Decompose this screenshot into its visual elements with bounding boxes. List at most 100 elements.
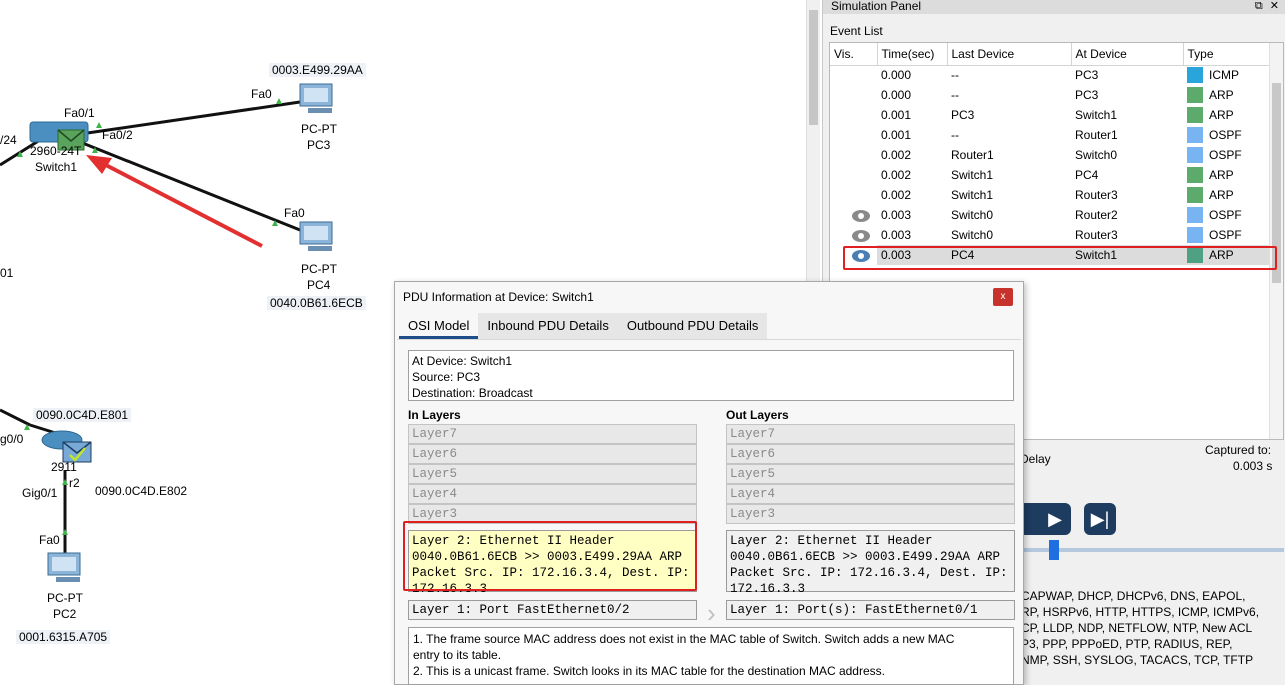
destination-line: Destination: Broadcast <box>412 386 533 400</box>
event-type-cell: ICMP <box>1183 65 1270 85</box>
event-time: 0.002 <box>881 148 912 162</box>
event-last-device: Switch0 <box>951 228 994 242</box>
out-layer-4[interactable]: Layer4 <box>726 484 1015 504</box>
pdu-close-button[interactable]: x <box>993 288 1013 306</box>
out-layer-3[interactable]: Layer3 <box>726 504 1015 524</box>
eye-icon[interactable] <box>852 229 870 242</box>
event-time: 0.000 <box>881 68 912 83</box>
event-row[interactable]: 0.003 Switch0 Router2 OSPF <box>830 205 1270 225</box>
play-icon: ▶ <box>1048 508 1062 529</box>
event-type: OSPF <box>1209 148 1242 162</box>
eye-icon[interactable] <box>852 209 870 222</box>
out-layer-2[interactable]: Layer 2: Ethernet II Header 0040.0B61.6E… <box>726 530 1015 596</box>
event-vis[interactable] <box>830 65 877 85</box>
pc4-name-label: PC4 <box>307 278 331 292</box>
selected-row-highlight <box>843 246 1277 270</box>
event-vis[interactable] <box>830 185 877 205</box>
in-layer-5[interactable]: Layer5 <box>408 464 697 484</box>
pdu-device-info: At Device: Switch1 Source: PC3 Destinati… <box>408 350 1014 401</box>
event-row[interactable]: 0.002 Switch1 PC4 ARP <box>830 165 1270 185</box>
out-layer-6[interactable]: Layer6 <box>726 444 1015 464</box>
switch1-name-label[interactable]: Switch1 <box>35 160 77 174</box>
event-type-swatch <box>1187 167 1203 183</box>
tab-inbound-pdu-details[interactable]: Inbound PDU Details <box>478 313 617 339</box>
column-header-vis[interactable]: Vis. <box>830 43 878 66</box>
event-last-device: Switch1 <box>951 188 994 202</box>
in-layer-4[interactable]: Layer4 <box>408 484 697 504</box>
in-layer-1[interactable]: Layer 1: Port FastEthernet0/2 <box>408 600 697 620</box>
tab-osi-model[interactable]: OSI Model <box>399 313 479 339</box>
event-at-device: Router3 <box>1075 228 1118 242</box>
event-row[interactable]: 0.001 -- Router1 OSPF <box>830 125 1270 145</box>
column-header-at-device[interactable]: At Device <box>1071 43 1184 66</box>
play-speed-slider[interactable] <box>1024 548 1284 552</box>
event-type-swatch <box>1187 147 1203 163</box>
out-layer-7[interactable]: Layer7 <box>726 424 1015 444</box>
simulation-panel-title: Simulation Panel ⧉ ✕ <box>823 0 1285 14</box>
source-line: Source: PC3 <box>412 370 481 384</box>
pdu-description: 1. The frame source MAC address does not… <box>408 627 1014 685</box>
event-vis[interactable] <box>830 85 877 105</box>
captured-to-label: Captured to: <box>1205 443 1272 457</box>
out-layer-5[interactable]: Layer5 <box>726 464 1015 484</box>
router2-name-label[interactable]: r2 <box>69 476 80 490</box>
filter-line: CAPWAP, DHCP, DHCPv6, DNS, EAPOL, <box>1021 589 1246 603</box>
pc2-icon <box>47 552 81 582</box>
out-layers-heading: Out Layers <box>726 408 789 422</box>
event-last-device: Router1 <box>951 148 994 162</box>
event-type: ARP <box>1209 168 1234 182</box>
event-vis[interactable] <box>830 165 877 185</box>
event-type: ARP <box>1209 188 1234 202</box>
event-type-cell: OSPF <box>1183 205 1270 225</box>
pc4-type-label: PC-PT <box>301 262 337 276</box>
event-vis[interactable] <box>830 205 877 225</box>
at-device-line: At Device: Switch1 <box>412 354 513 368</box>
event-row[interactable]: 0.002 Router1 Switch0 OSPF <box>830 145 1270 165</box>
step-forward-button[interactable]: ▶| <box>1084 503 1116 535</box>
pdu-information-dialog: PDU Information at Device: Switch1 x OSI… <box>394 281 1024 685</box>
play-button[interactable]: ▶ <box>1039 503 1071 535</box>
event-row[interactable]: 0.002 Switch1 Router3 ARP <box>830 185 1270 205</box>
event-type-cell: ARP <box>1183 185 1270 205</box>
column-header-type[interactable]: Type <box>1183 43 1270 66</box>
event-type-cell: ARP <box>1183 165 1270 185</box>
event-time: 0.001 <box>881 108 912 122</box>
event-row[interactable]: 0.000 -- PC3 ARP <box>830 85 1270 105</box>
event-type-swatch <box>1187 207 1203 223</box>
event-type-cell: OSPF <box>1183 145 1270 165</box>
canvas-scrollbar-thumb[interactable] <box>809 10 818 125</box>
in-layer-6[interactable]: Layer6 <box>408 444 697 464</box>
tab-outbound-pdu-details[interactable]: Outbound PDU Details <box>618 313 768 339</box>
panel-window-controls[interactable]: ⧉ ✕ <box>1255 0 1279 12</box>
column-header-time[interactable]: Time(sec) <box>877 43 948 66</box>
out-layer-1[interactable]: Layer 1: Port(s): FastEthernet0/1 <box>726 600 1015 620</box>
captured-to-value: 0.003 s <box>1233 459 1273 473</box>
event-list-scrollbar[interactable] <box>1269 43 1283 439</box>
description-line: 2. This is a unicast frame. Switch looks… <box>413 664 885 678</box>
event-row[interactable]: 0.003 Switch0 Router3 OSPF <box>830 225 1270 245</box>
play-speed-slider-thumb[interactable] <box>1049 540 1059 560</box>
event-type: OSPF <box>1209 228 1242 242</box>
event-at-device: Router2 <box>1075 208 1118 222</box>
event-vis[interactable] <box>830 225 877 245</box>
event-type-swatch <box>1187 127 1203 143</box>
in-layer-7[interactable]: Layer7 <box>408 424 697 444</box>
delay-label: Delay <box>1020 452 1051 466</box>
close-icon[interactable]: ✕ <box>1270 0 1279 12</box>
switch1-model-label: 2960-24T <box>30 144 82 158</box>
event-at-device: Switch1 <box>1075 108 1118 122</box>
event-vis[interactable] <box>830 105 877 125</box>
event-vis[interactable] <box>830 125 877 145</box>
filter-line: P3, PPP, PPPoED, PTP, RADIUS, REP, <box>1021 637 1233 651</box>
event-type-swatch <box>1187 187 1203 203</box>
filter-line: NMP, SSH, SYSLOG, TACACS, TCP, TFTP <box>1021 653 1254 667</box>
event-vis[interactable] <box>830 145 877 165</box>
event-row[interactable]: 0.001 PC3 Switch1 ARP <box>830 105 1270 125</box>
event-at-device: Router3 <box>1075 188 1118 202</box>
event-type-cell: ARP <box>1183 105 1270 125</box>
event-row[interactable]: 0.000 -- PC3 ICMP <box>830 65 1270 85</box>
column-header-last-device[interactable]: Last Device <box>947 43 1072 66</box>
restore-icon[interactable]: ⧉ <box>1255 0 1263 12</box>
description-line: 1. The frame source MAC address does not… <box>413 632 955 646</box>
router2-mac-top-label: 0090.0C4D.E801 <box>33 408 132 422</box>
